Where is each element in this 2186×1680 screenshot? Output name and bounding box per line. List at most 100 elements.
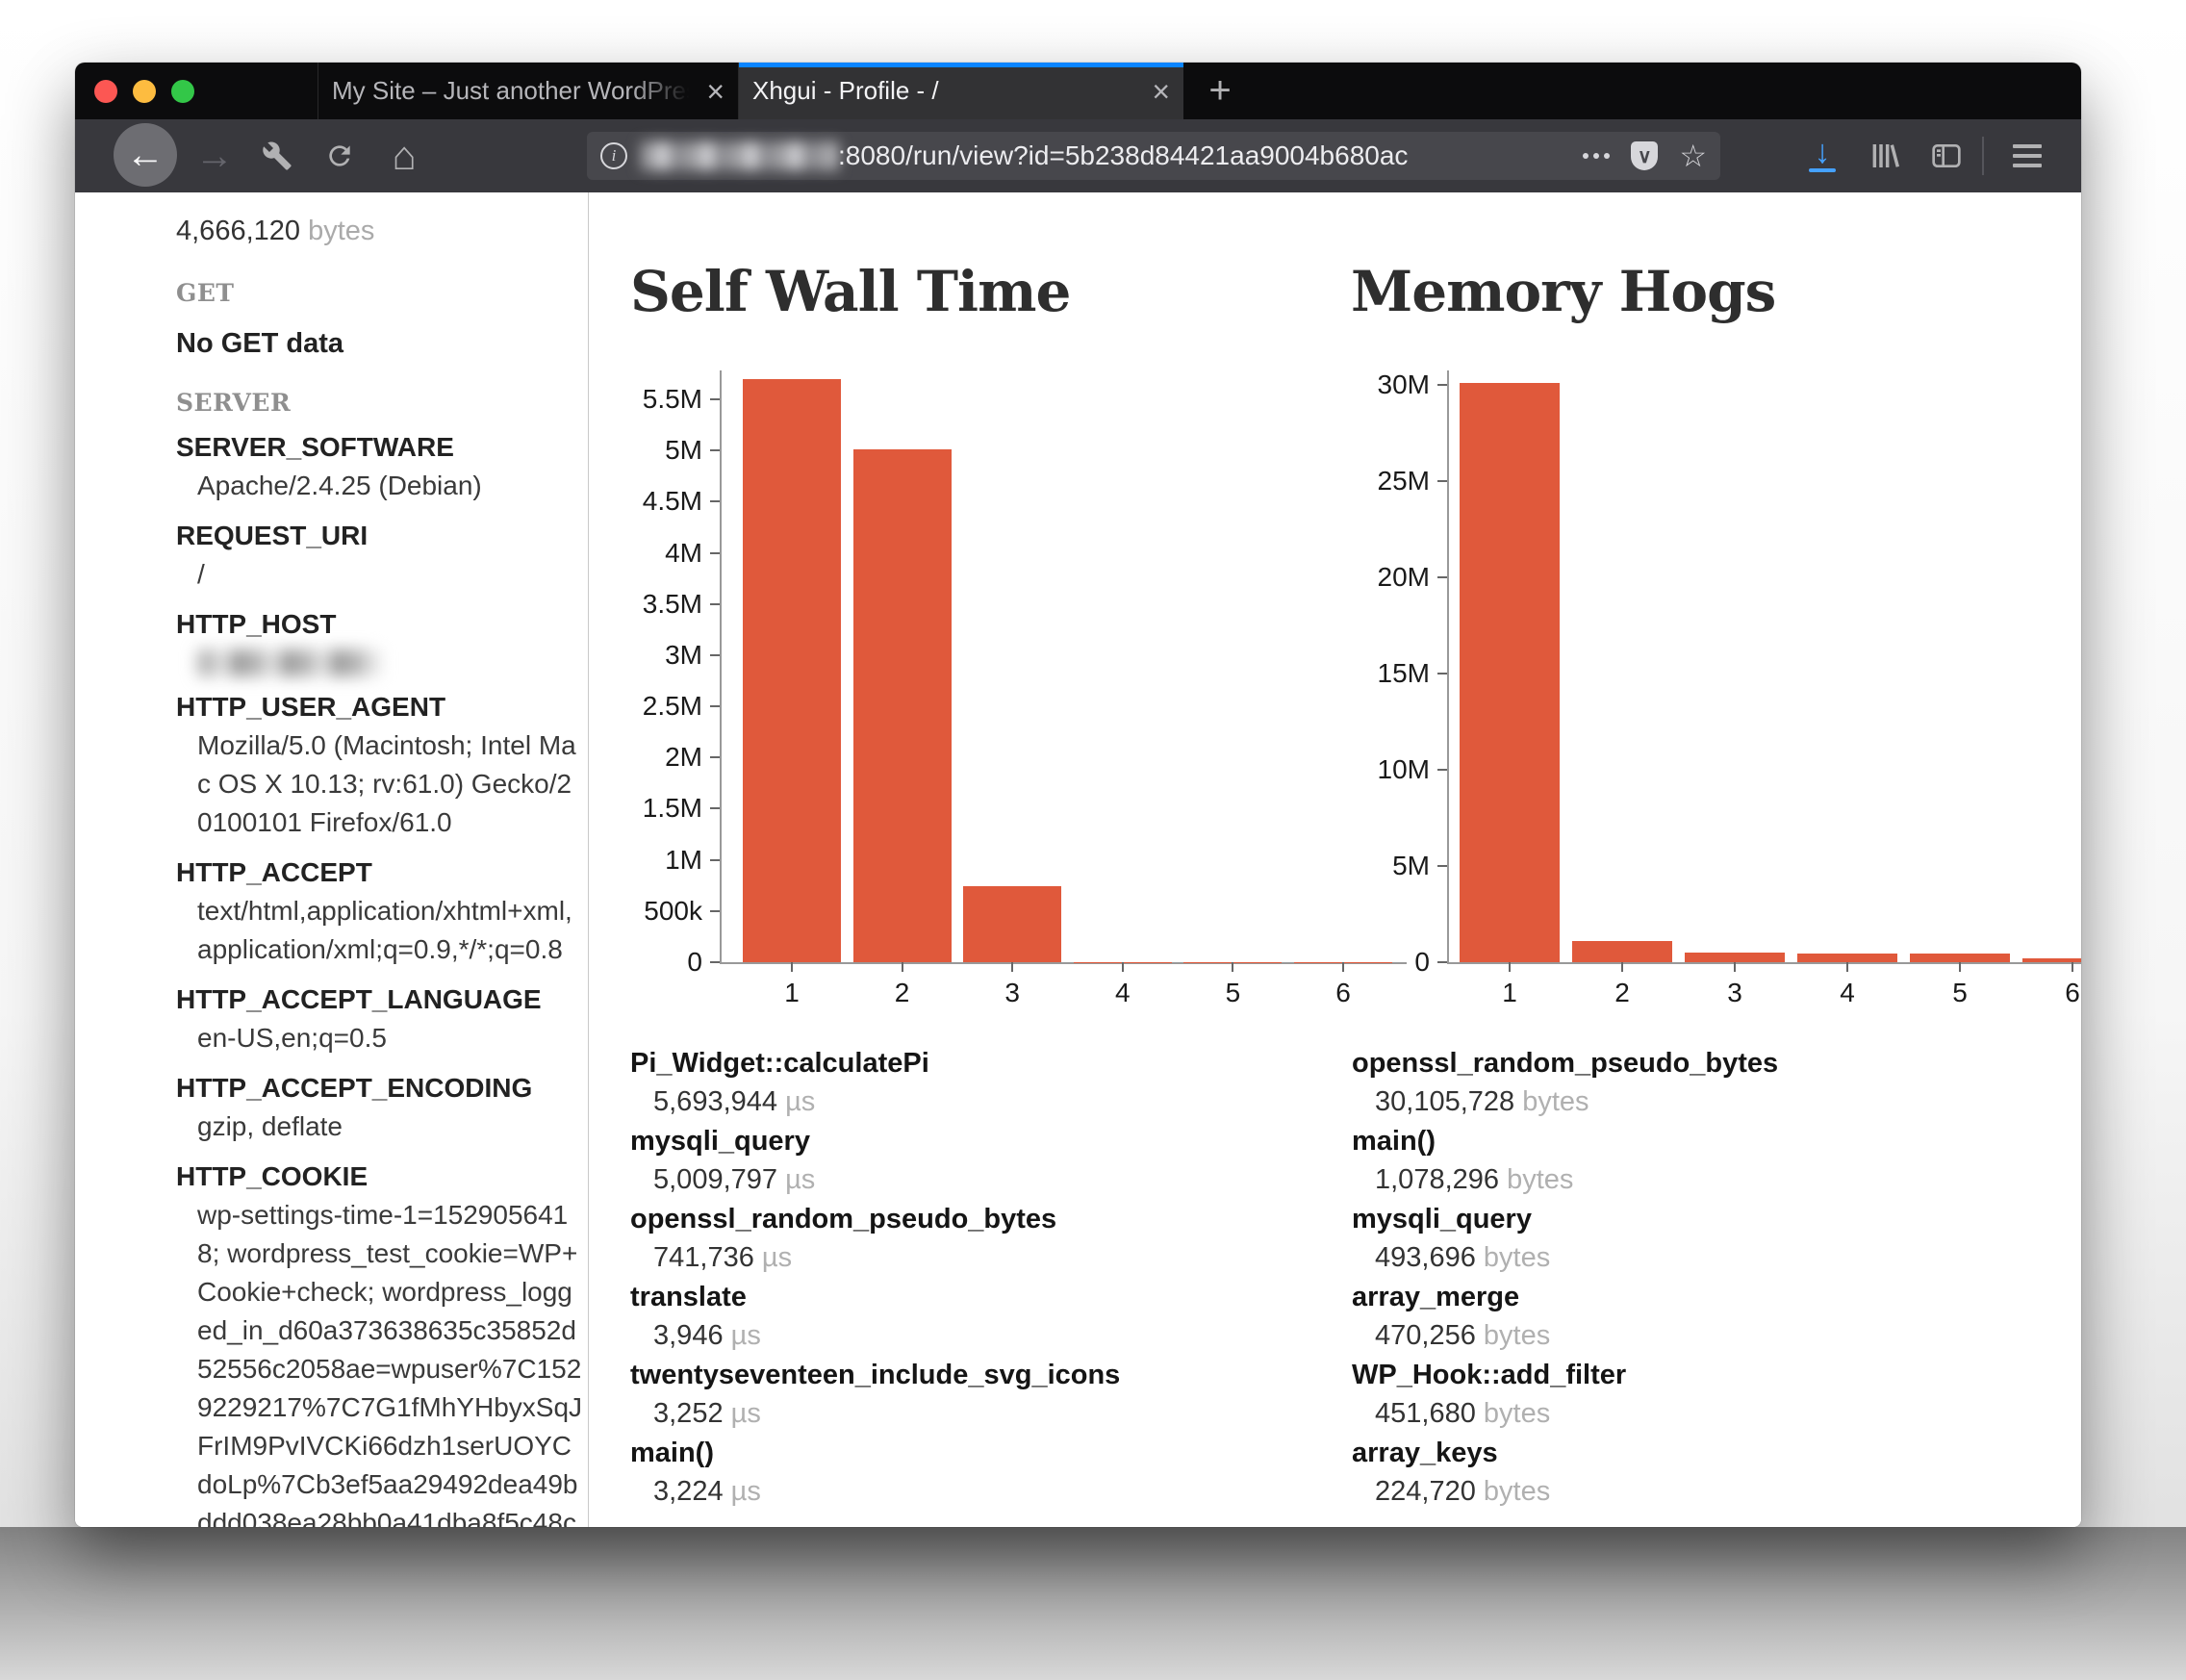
function-name-link[interactable]: array_merge [1352, 1278, 2064, 1316]
bar[interactable] [963, 886, 1061, 962]
bar[interactable] [1460, 383, 1560, 962]
function-name-link[interactable]: Pi_Widget::calculatePi [630, 1044, 1342, 1082]
page-tools-button[interactable] [248, 119, 306, 192]
minimize-window-button[interactable] [133, 80, 156, 103]
tab-close-icon[interactable]: × [706, 76, 724, 107]
function-value: 3,252 µs [630, 1394, 1342, 1434]
function-value-number: 451,680 [1375, 1398, 1484, 1429]
function-value-number: 3,946 [653, 1320, 731, 1351]
function-value-unit: bytes [1484, 1476, 1550, 1507]
x-axis-label: 4 [1818, 978, 1876, 1008]
y-axis-tick [710, 807, 720, 809]
y-axis-label: 3.5M [577, 589, 702, 620]
x-axis-tick [1011, 962, 1013, 972]
library-button[interactable] [1855, 119, 1915, 192]
server-entry-value: Apache/2.4.25 (Debian) [197, 467, 582, 505]
bar[interactable] [853, 449, 952, 962]
tab-close-icon[interactable]: × [1152, 76, 1170, 107]
bar[interactable] [1910, 954, 2010, 962]
function-name-link[interactable]: array_keys [1352, 1434, 2064, 1472]
function-value: 5,693,944 µs [630, 1082, 1342, 1122]
function-name-link[interactable]: mysqli_query [1352, 1200, 2064, 1238]
function-list-item: WP_Hook::add_filter451,680 bytes [1352, 1356, 2064, 1434]
memory-hogs-chart: 05M10M15M20M25M30M123456 [1447, 370, 2081, 964]
toolbar-separator [1982, 137, 1984, 175]
x-axis-label: 3 [1706, 978, 1764, 1008]
x-axis-tick [1509, 962, 1511, 972]
function-value-unit: bytes [1484, 1398, 1550, 1429]
tab-title: My Site – Just another WordPress si [332, 76, 697, 106]
function-list-item: Pi_Widget::calculatePi5,693,944 µs [630, 1044, 1342, 1122]
site-info-icon[interactable]: i [600, 142, 627, 169]
function-value-number: 5,009,797 [653, 1164, 785, 1195]
y-axis-tick [710, 654, 720, 656]
function-name-link[interactable]: translate [630, 1278, 1342, 1316]
server-entry-key: HTTP_ACCEPT_LANGUAGE [176, 980, 565, 1019]
function-value-unit: µs [731, 1476, 761, 1507]
tab-xhgui-active[interactable]: Xhgui - Profile - / × [739, 63, 1183, 119]
close-window-button[interactable] [94, 80, 117, 103]
titlebar: My Site – Just another WordPress si × Xh… [75, 63, 2081, 119]
bar[interactable] [1797, 954, 1897, 962]
y-axis-tick [1437, 961, 1447, 963]
forward-button[interactable]: → [186, 119, 243, 192]
function-name-link[interactable]: main() [1352, 1122, 2064, 1160]
function-name-link[interactable]: twentyseventeen_include_svg_icons [630, 1356, 1342, 1394]
x-axis-tick [902, 962, 903, 972]
bar[interactable] [1572, 941, 1672, 962]
function-name-link[interactable]: main() [630, 1434, 1342, 1472]
tab-my-site[interactable]: My Site – Just another WordPress si × [318, 63, 739, 119]
bookmark-star-icon[interactable]: ☆ [1679, 140, 1707, 171]
server-entry-value: en-US,en;q=0.5 [197, 1019, 582, 1057]
new-tab-button[interactable]: + [1191, 63, 1249, 119]
function-list-item: mysqli_query5,009,797 µs [630, 1122, 1342, 1200]
menu-button[interactable] [1992, 119, 2063, 192]
function-value: 451,680 bytes [1352, 1394, 2064, 1434]
function-name-link[interactable]: openssl_random_pseudo_bytes [630, 1200, 1342, 1238]
page-actions-icon[interactable] [1583, 153, 1610, 159]
back-button[interactable]: ← [114, 123, 177, 187]
y-axis-tick [710, 756, 720, 758]
blurred-host [641, 141, 838, 170]
pocket-icon[interactable]: ∨ [1631, 141, 1658, 170]
x-axis-label: 3 [983, 978, 1041, 1008]
zoom-window-button[interactable] [171, 80, 194, 103]
function-list-item: mysqli_query493,696 bytes [1352, 1200, 2064, 1278]
no-get-data-text: No GET data [176, 328, 565, 360]
url-bar[interactable]: i :8080/run/view?id=5b238d84421aa9004b68… [587, 132, 1720, 180]
y-axis-label: 20M [1305, 562, 1430, 593]
y-axis-label: 0 [577, 947, 702, 978]
y-axis-label: 2M [577, 742, 702, 773]
function-value-number: 741,736 [653, 1242, 762, 1273]
function-value-number: 224,720 [1375, 1476, 1484, 1507]
function-name-link[interactable]: mysqli_query [630, 1122, 1342, 1160]
home-button[interactable]: ⌂ [373, 119, 435, 192]
function-name-link[interactable]: WP_Hook::add_filter [1352, 1356, 2064, 1394]
traffic-lights [94, 63, 194, 119]
profile-sidebar: 4,666,120 bytes GET No GET data SERVER S… [75, 192, 589, 1527]
url-text[interactable]: :8080/run/view?id=5b238d84421aa9004b680a… [838, 140, 1575, 171]
downloads-button[interactable]: ↓ [1792, 119, 1853, 192]
function-list-item: main()3,224 µs [630, 1434, 1342, 1512]
reload-button[interactable] [311, 119, 369, 192]
y-axis-tick [1437, 865, 1447, 867]
y-axis-tick [710, 500, 720, 502]
browser-window: My Site – Just another WordPress si × Xh… [75, 63, 2081, 1527]
server-entry-value: gzip, deflate [197, 1107, 582, 1146]
y-axis-label: 4M [577, 538, 702, 569]
function-value: 493,696 bytes [1352, 1238, 2064, 1278]
sidebar-toggle-button[interactable] [1917, 119, 1976, 192]
function-value: 224,720 bytes [1352, 1472, 2064, 1512]
function-value-unit: µs [762, 1242, 792, 1273]
x-axis-label: 4 [1094, 978, 1152, 1008]
bar[interactable] [1685, 953, 1785, 962]
peak-memory-value: 4,666,120 bytes [176, 212, 565, 250]
bar[interactable] [743, 379, 841, 962]
y-axis-tick [710, 705, 720, 707]
x-axis-label: 6 [1314, 978, 1372, 1008]
sidebar-toggle-icon [1930, 140, 1963, 171]
y-axis-label: 1.5M [577, 793, 702, 824]
function-value-unit: µs [785, 1086, 815, 1117]
function-name-link[interactable]: openssl_random_pseudo_bytes [1352, 1044, 2064, 1082]
x-axis-tick [1846, 962, 1848, 972]
